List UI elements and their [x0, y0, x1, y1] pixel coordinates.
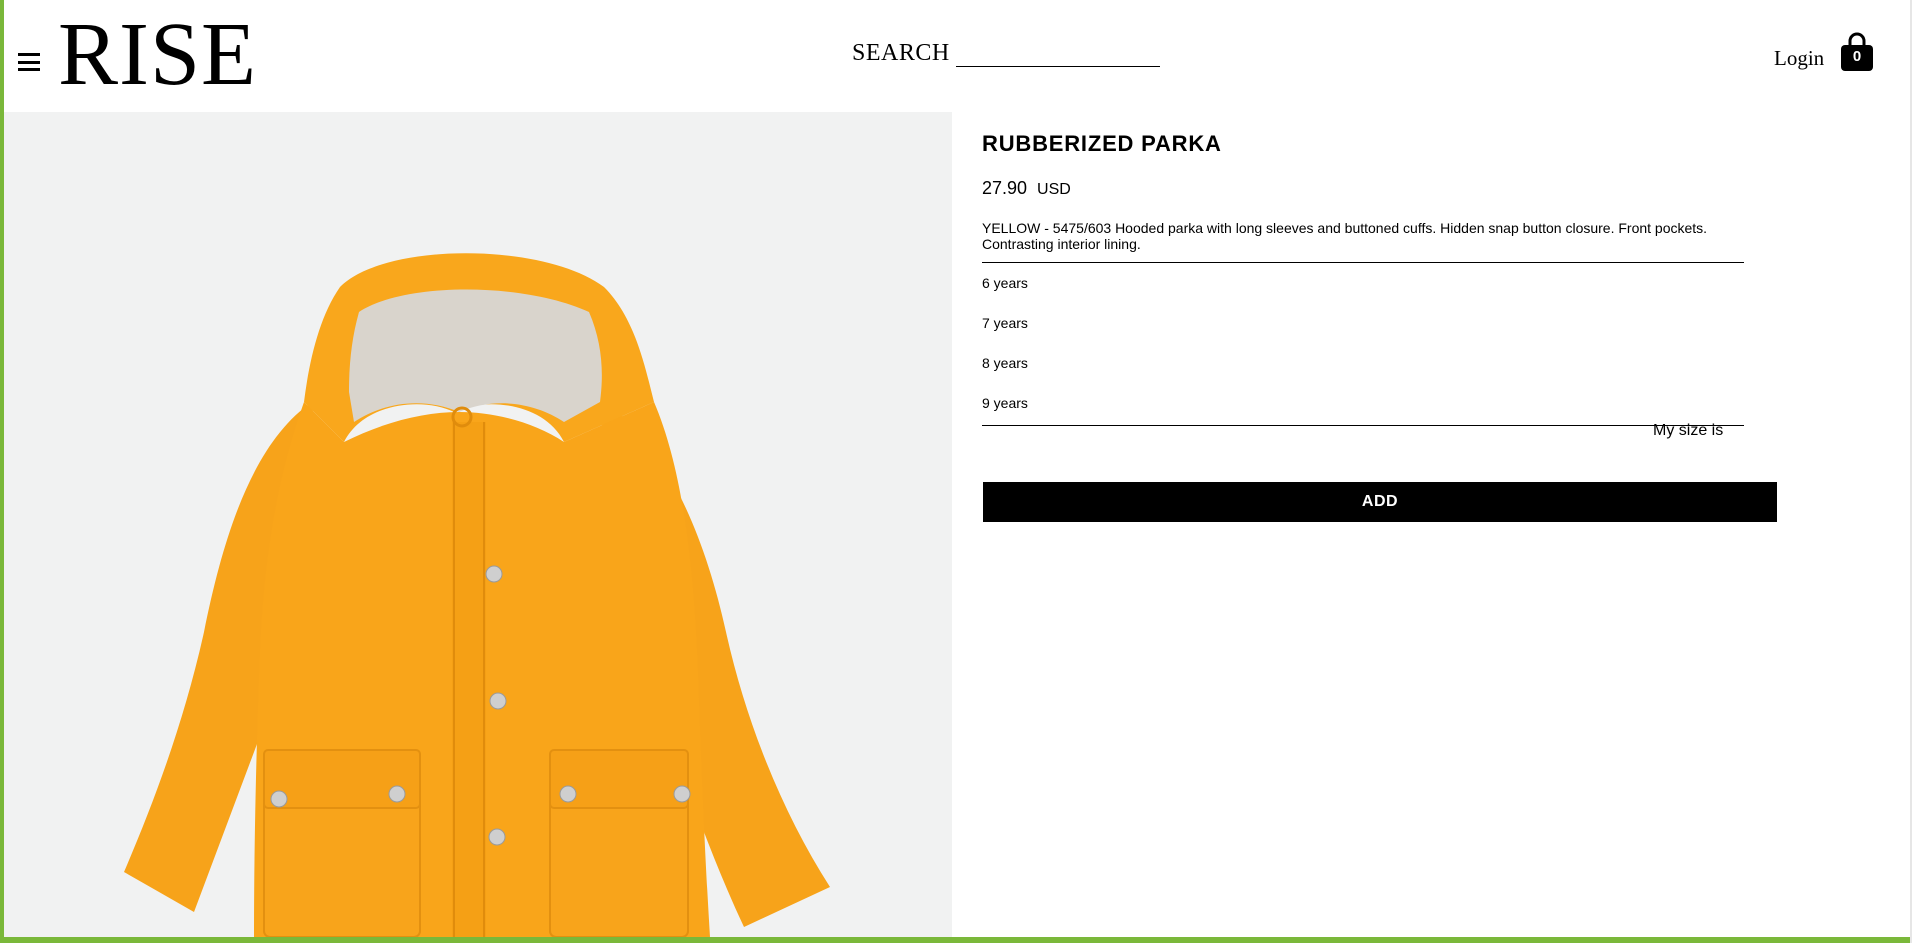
product-description: YELLOW - 5475/603 Hooded parka with long…: [982, 220, 1708, 252]
product-image: [4, 112, 952, 937]
hamburger-menu-icon[interactable]: [18, 53, 40, 71]
product-price: 27.90: [982, 178, 1028, 198]
search-label: SEARCH: [852, 40, 950, 66]
page-frame-bottom: [0, 937, 1912, 943]
product-currency: USD: [1037, 181, 1071, 198]
search-bar: SEARCH: [852, 40, 1160, 67]
size-option-8-years[interactable]: 8 years: [982, 353, 1744, 393]
size-option-6-years[interactable]: 6 years: [982, 273, 1744, 313]
login-link[interactable]: Login: [1774, 46, 1824, 71]
size-list: 6 years 7 years 8 years 9 years: [982, 262, 1744, 426]
product-title: RUBBERIZED PARKA: [982, 131, 1222, 156]
size-guide-link[interactable]: My size is: [1653, 422, 1723, 440]
cart-button[interactable]: 0: [1840, 32, 1874, 72]
cart-count: 0: [1852, 48, 1862, 65]
price-row: 27.90 USD: [982, 178, 1071, 199]
add-to-cart-button[interactable]: ADD: [983, 482, 1777, 522]
size-option-7-years[interactable]: 7 years: [982, 313, 1744, 353]
search-input[interactable]: [955, 42, 1160, 67]
site-logo[interactable]: RISE: [58, 10, 257, 100]
size-option-9-years[interactable]: 9 years: [982, 393, 1744, 419]
